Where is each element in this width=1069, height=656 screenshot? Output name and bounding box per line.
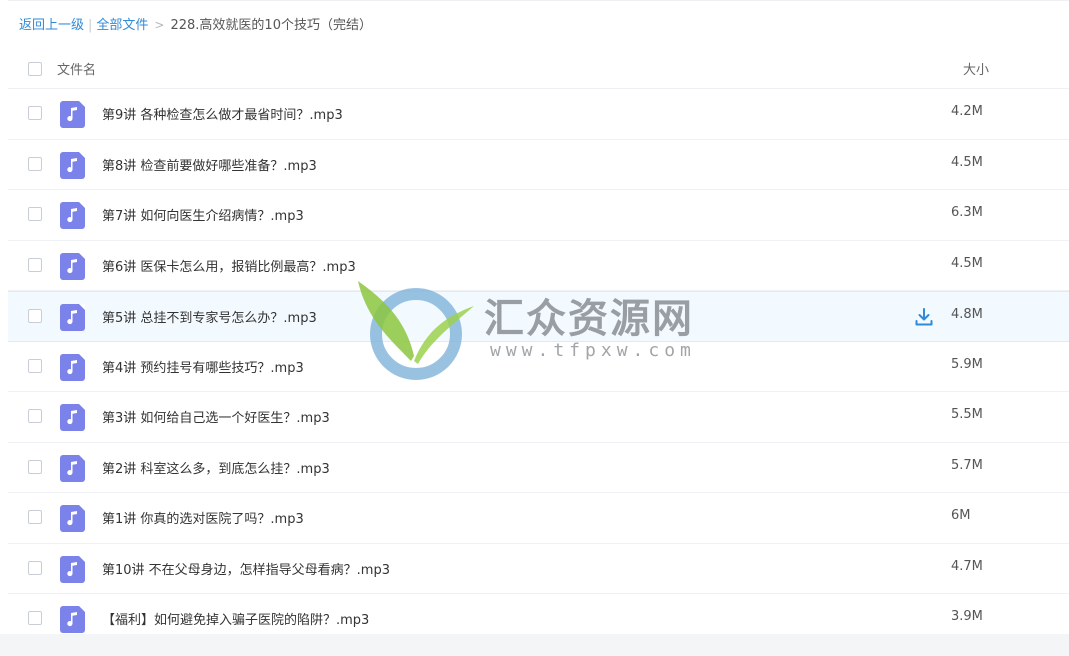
- file-row[interactable]: 第7讲 如何向医生介绍病情？.mp3 6.3M: [8, 190, 1069, 241]
- file-checkbox[interactable]: [28, 156, 42, 171]
- music-note-icon: [60, 606, 85, 633]
- file-size: 6M: [951, 508, 971, 523]
- file-checkbox[interactable]: [28, 358, 42, 373]
- file-row[interactable]: 第6讲 医保卡怎么用，报销比例最高？.mp3 4.5M: [8, 241, 1069, 291]
- file-name[interactable]: 第5讲 总挂不到专家号怎么办？.mp3: [102, 307, 317, 326]
- file-checkbox[interactable]: [28, 459, 42, 474]
- music-note-icon: [60, 252, 85, 280]
- file-row[interactable]: 【福利】如何避免掉入骗子医院的陷阱？.mp3 3.9M: [8, 594, 1069, 634]
- select-all-checkbox[interactable]: [28, 62, 42, 76]
- file-size: 4.7M: [951, 558, 983, 574]
- music-note-icon: [60, 555, 85, 583]
- breadcrumb: 返回上一级 | 全部文件 >228.高效就医的10个技巧（完结）: [19, 15, 372, 35]
- file-name[interactable]: 第10讲 不在父母身边，怎样指导父母看病？.mp3: [102, 559, 390, 578]
- file-checkbox[interactable]: [28, 611, 42, 625]
- file-list-header: 文件名 大小: [8, 50, 1069, 89]
- file-row[interactable]: 第1讲 你真的选对医院了吗？.mp3 6M: [8, 493, 1069, 544]
- music-note-icon: [60, 404, 85, 431]
- file-row[interactable]: 第9讲 各种检查怎么做才最省时间？.mp3 4.2M: [8, 89, 1069, 140]
- file-name[interactable]: 第9讲 各种检查怎么做才最省时间？.mp3: [102, 104, 343, 123]
- file-size: 4.5M: [951, 154, 983, 170]
- file-size: 6.3M: [951, 205, 983, 220]
- file-row[interactable]: 第8讲 检查前要做好哪些准备？.mp3 4.5M: [8, 140, 1069, 190]
- file-checkbox[interactable]: [28, 309, 42, 323]
- name-column-header[interactable]: 文件名: [57, 59, 96, 78]
- file-row[interactable]: 第2讲 科室这么多，到底怎么挂？.mp3 5.7M: [8, 443, 1069, 493]
- file-name[interactable]: 第8讲 检查前要做好哪些准备？.mp3: [102, 155, 317, 174]
- music-note-icon: [60, 101, 85, 128]
- file-name[interactable]: 第1讲 你真的选对医院了吗？.mp3: [102, 508, 304, 527]
- file-row[interactable]: 第4讲 预约挂号有哪些技巧？.mp3 5.9M: [8, 342, 1069, 392]
- file-size: 5.7M: [951, 457, 983, 473]
- music-note-icon: [60, 151, 85, 179]
- file-name[interactable]: 第2讲 科室这么多，到底怎么挂？.mp3: [102, 458, 330, 477]
- file-name[interactable]: 【福利】如何避免掉入骗子医院的陷阱？.mp3: [102, 609, 369, 628]
- music-note-icon: [60, 304, 85, 331]
- file-size: 4.5M: [951, 255, 983, 271]
- music-note-icon: [60, 202, 85, 229]
- file-size: 4.2M: [951, 104, 983, 119]
- file-row[interactable]: 第10讲 不在父母身边，怎样指导父母看病？.mp3 4.7M: [8, 544, 1069, 594]
- music-note-icon: [60, 505, 85, 532]
- download-icon[interactable]: [915, 308, 933, 326]
- file-name[interactable]: 第6讲 医保卡怎么用，报销比例最高？.mp3: [102, 256, 356, 275]
- file-size: 4.8M: [951, 307, 983, 322]
- breadcrumb-separator: |: [88, 18, 93, 33]
- file-list: 第9讲 各种检查怎么做才最省时间？.mp3 4.2M 第8讲 检查前要做好哪些准备？…: [8, 89, 1069, 634]
- breadcrumb-arrow: >: [154, 18, 165, 32]
- music-note-icon: [60, 454, 85, 482]
- file-name[interactable]: 第7讲 如何向医生介绍病情？.mp3: [102, 205, 304, 224]
- file-checkbox[interactable]: [28, 560, 42, 575]
- all-files-link[interactable]: 全部文件: [96, 18, 148, 33]
- top-divider: [8, 0, 1069, 1]
- current-folder: 228.高效就医的10个技巧（完结）: [170, 18, 372, 33]
- file-browser-panel: 返回上一级 | 全部文件 >228.高效就医的10个技巧（完结） 文件名 大小 第9讲…: [0, 0, 1069, 634]
- file-size: 5.5M: [951, 407, 983, 422]
- file-row[interactable]: 第5讲 总挂不到专家号怎么办？.mp3 4.8M: [8, 291, 1069, 342]
- file-checkbox[interactable]: [28, 207, 42, 221]
- file-checkbox[interactable]: [28, 106, 42, 120]
- file-row[interactable]: 第3讲 如何给自己选一个好医生？.mp3 5.5M: [8, 392, 1069, 443]
- file-checkbox[interactable]: [28, 257, 42, 272]
- size-column-header[interactable]: 大小: [963, 59, 989, 78]
- file-name[interactable]: 第4讲 预约挂号有哪些技巧？.mp3: [102, 357, 304, 376]
- file-checkbox[interactable]: [28, 510, 42, 524]
- file-name[interactable]: 第3讲 如何给自己选一个好医生？.mp3: [102, 407, 330, 426]
- back-link[interactable]: 返回上一级: [19, 18, 84, 33]
- file-checkbox[interactable]: [28, 409, 42, 423]
- music-note-icon: [60, 353, 85, 381]
- file-size: 3.9M: [951, 609, 983, 624]
- file-size: 5.9M: [951, 356, 983, 372]
